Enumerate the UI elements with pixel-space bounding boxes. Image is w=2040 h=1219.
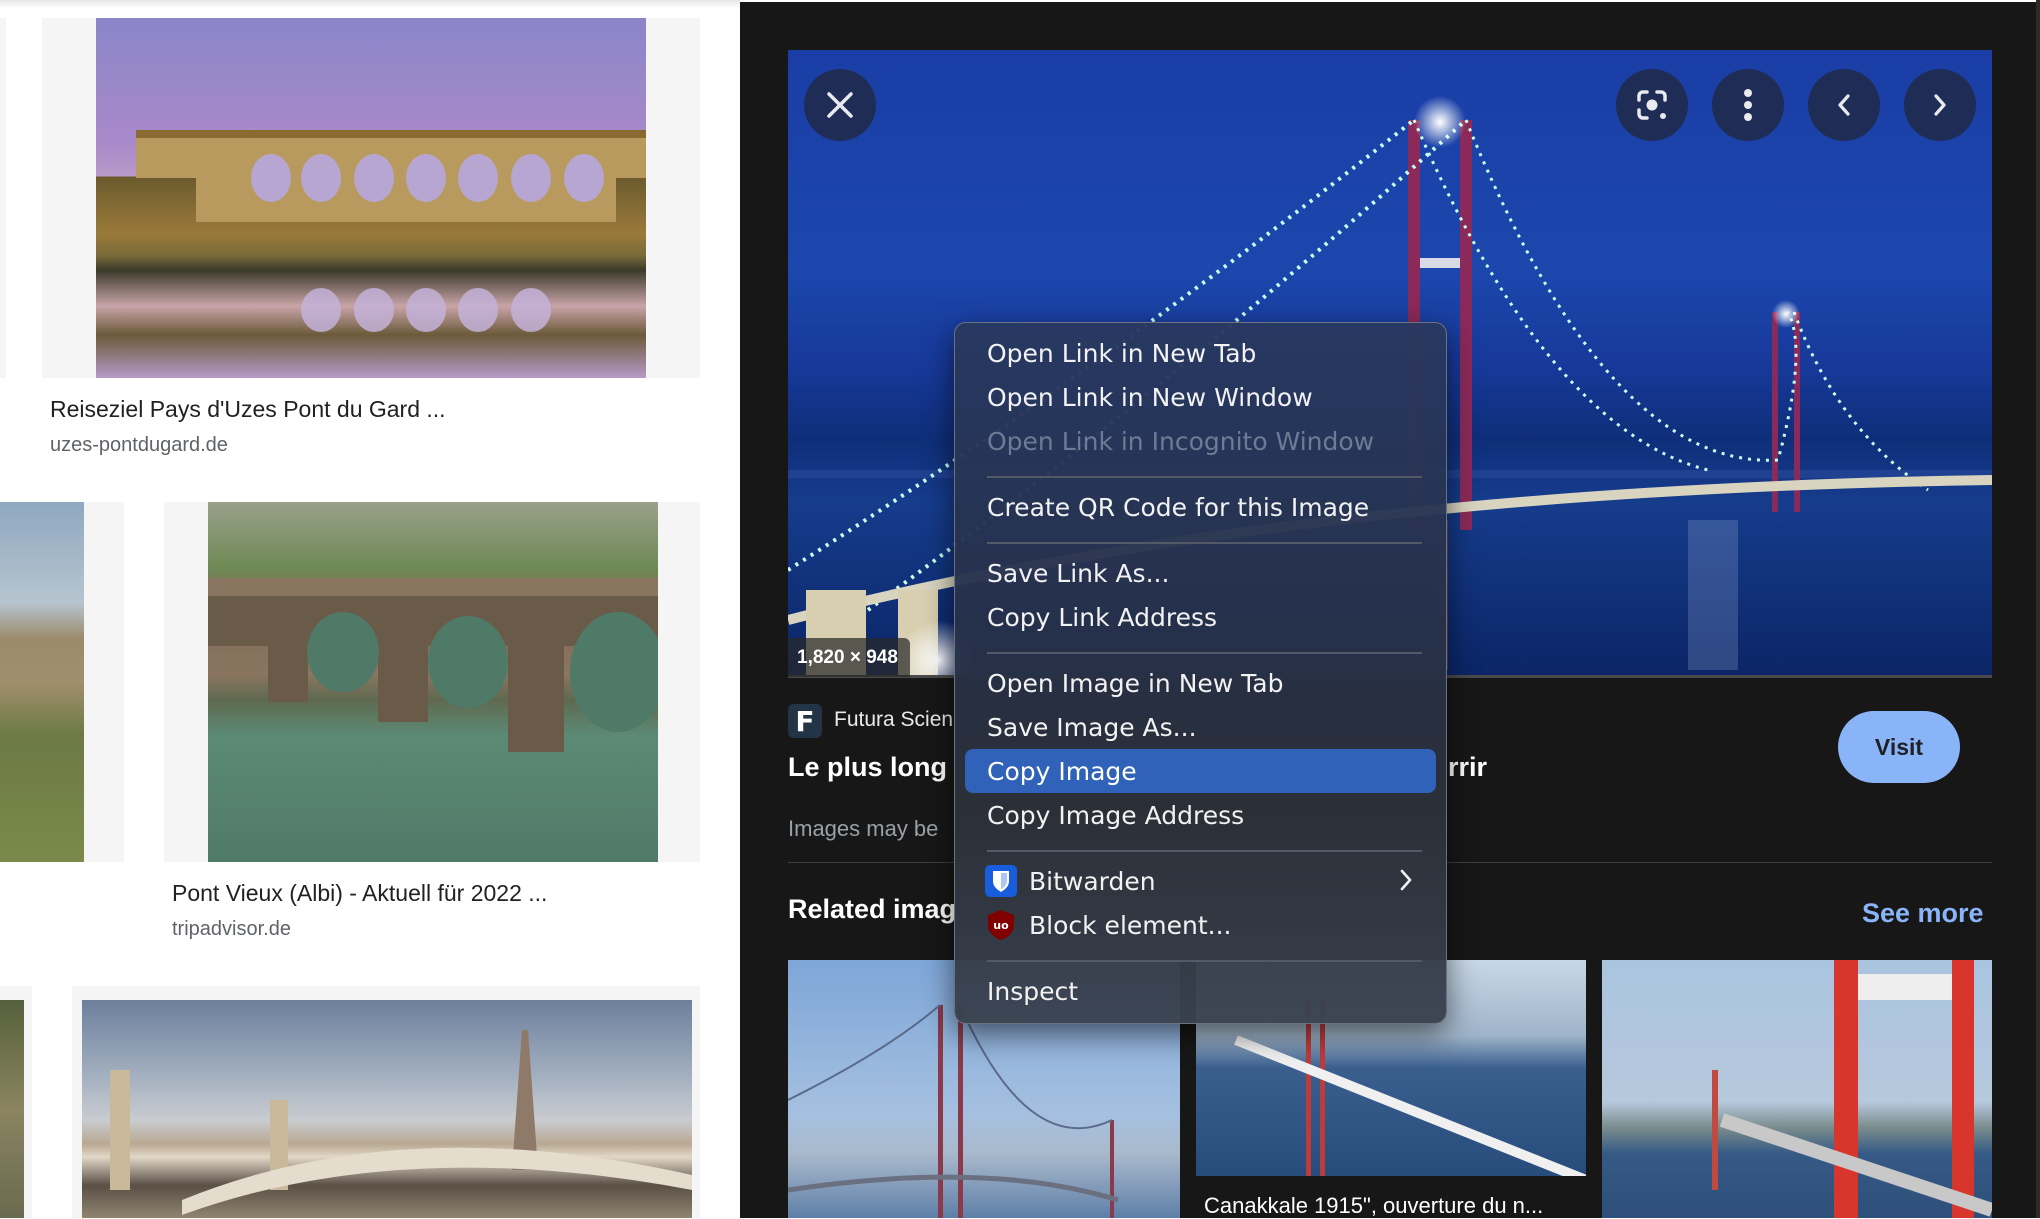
menu-item-open-link-incognito: Open Link in Incognito Window — [987, 426, 1375, 456]
previous-image-button[interactable] — [1808, 69, 1880, 141]
result-thumbnail[interactable] — [208, 502, 658, 862]
result-card-partial[interactable] — [0, 18, 6, 378]
result-thumbnail[interactable] — [96, 18, 646, 378]
close-icon — [827, 92, 853, 118]
source-name[interactable]: Futura Scien — [834, 708, 953, 732]
result-card[interactable] — [72, 986, 700, 1218]
result-card-partial[interactable] — [0, 502, 124, 862]
result-card-partial[interactable] — [0, 986, 32, 1218]
next-image-button[interactable] — [1904, 69, 1976, 141]
menu-separator — [987, 850, 1422, 852]
result-card[interactable] — [42, 18, 700, 378]
result-title[interactable]: Reiseziel Pays d'Uzes Pont du Gard ... — [50, 396, 446, 423]
menu-item-save-link-as[interactable]: Save Link As... — [965, 551, 1436, 595]
result-thumbnail[interactable] — [0, 1000, 24, 1218]
copyright-notice: Images may be — [788, 816, 939, 841]
result-thumbnail[interactable] — [0, 502, 84, 862]
menu-item-save-image-as[interactable]: Save Image As... — [965, 705, 1436, 749]
result-title[interactable]: Pont Vieux (Albi) - Aktuell für 2022 ... — [172, 880, 547, 907]
menu-item-block-element[interactable]: uo Block element... — [965, 903, 1436, 947]
bridge-illustration — [208, 578, 658, 752]
menu-item-label: Bitwarden — [1029, 866, 1156, 896]
menu-item-label: Block element... — [1029, 910, 1232, 940]
chevron-right-icon — [1400, 869, 1412, 891]
google-lens-icon — [1637, 90, 1667, 120]
ublock-origin-icon: uo — [985, 909, 1017, 941]
related-image[interactable] — [1602, 960, 1992, 1218]
menu-item-bitwarden[interactable]: Bitwarden — [965, 859, 1436, 903]
menu-separator — [987, 652, 1422, 654]
menu-item-open-link-new-tab[interactable]: Open Link in New Tab — [965, 331, 1436, 375]
chevron-right-icon — [1934, 94, 1946, 116]
top-shadow — [0, 0, 740, 8]
see-more-link[interactable]: See more — [1862, 898, 1984, 929]
google-lens-button[interactable] — [1616, 69, 1688, 141]
menu-item-inspect[interactable]: Inspect — [965, 969, 1436, 1013]
favicon-letter: F — [795, 704, 815, 738]
result-card[interactable] — [164, 502, 700, 862]
paris-bridge-illustration — [110, 1030, 692, 1215]
menu-separator — [987, 476, 1422, 478]
related-images-heading: Related imag — [788, 894, 957, 924]
menu-item-open-image-new-tab[interactable]: Open Image in New Tab — [965, 661, 1436, 705]
menu-item-open-link-new-window[interactable]: Open Link in New Window — [965, 375, 1436, 419]
visit-button[interactable]: Visit — [1838, 711, 1960, 783]
close-button[interactable] — [804, 69, 876, 141]
scrollbar[interactable] — [2036, 0, 2040, 1218]
menu-item-copy-image-address[interactable]: Copy Image Address — [965, 793, 1436, 837]
menu-item-copy-image[interactable]: Copy Image — [965, 749, 1436, 793]
menu-separator — [987, 960, 1422, 962]
more-options-button[interactable] — [1712, 69, 1784, 141]
related-bridge-illustration — [1712, 960, 1992, 1218]
source-favicon: F — [788, 704, 822, 738]
chevron-left-icon — [1838, 94, 1850, 116]
more-vert-icon — [1744, 89, 1752, 121]
context-menu: Open Link in New Tab Open Link in New Wi… — [954, 322, 1447, 1024]
menu-item-copy-link-address[interactable]: Copy Link Address — [965, 595, 1436, 639]
result-source: tripadvisor.de — [172, 918, 291, 940]
menu-item-create-qr-code[interactable]: Create QR Code for this Image — [965, 485, 1436, 529]
image-title-end[interactable]: rrir — [1448, 752, 1487, 783]
image-title[interactable]: Le plus long — [788, 752, 947, 783]
aqueduct-illustration — [136, 130, 646, 332]
svg-text:uo: uo — [993, 919, 1009, 932]
result-thumbnail[interactable] — [82, 1000, 692, 1218]
image-dimensions-badge: 1,820 × 948 — [788, 638, 910, 677]
result-source: uzes-pontdugard.de — [50, 434, 228, 456]
related-image-caption[interactable]: Canakkale 1915", ouverture du n... — [1204, 1193, 1543, 1219]
menu-separator — [987, 542, 1422, 544]
bitwarden-icon — [985, 865, 1017, 897]
